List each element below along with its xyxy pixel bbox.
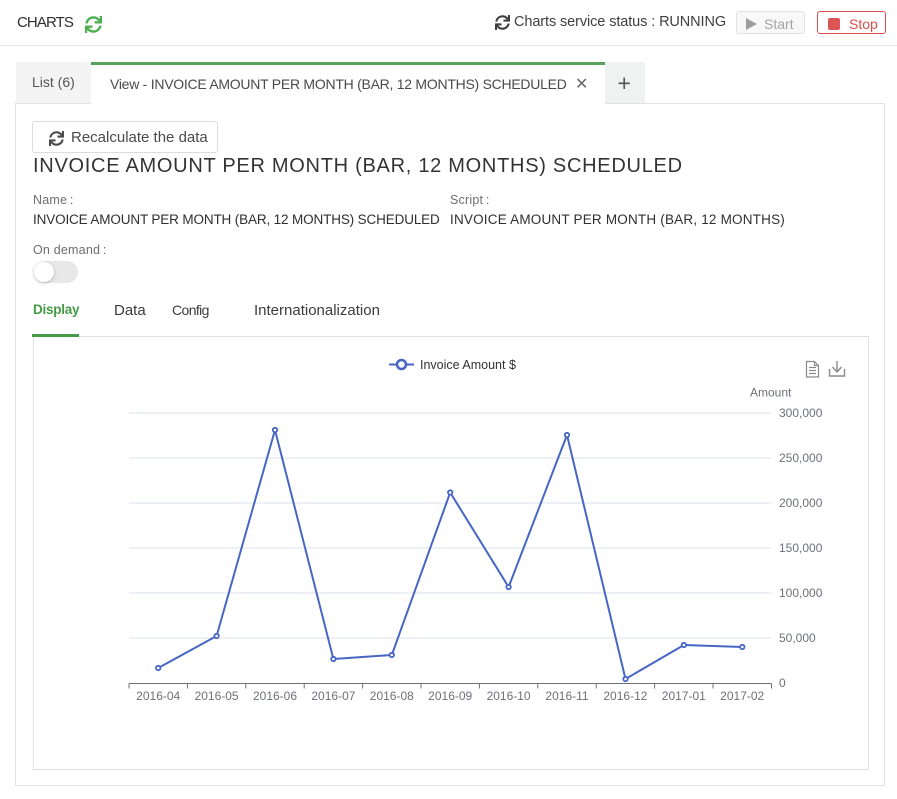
svg-text:2016-12: 2016-12 bbox=[603, 689, 647, 703]
svg-text:Amount: Amount bbox=[750, 386, 792, 400]
svg-text:150,000: 150,000 bbox=[779, 541, 823, 555]
svg-text:2016-08: 2016-08 bbox=[369, 689, 413, 703]
svg-text:2016-05: 2016-05 bbox=[194, 689, 238, 703]
svg-text:2016-11: 2016-11 bbox=[545, 689, 588, 703]
svg-text:100,000: 100,000 bbox=[779, 586, 823, 600]
svg-text:2016-07: 2016-07 bbox=[311, 689, 355, 703]
svg-text:0: 0 bbox=[779, 676, 786, 690]
svg-text:2016-04: 2016-04 bbox=[136, 689, 180, 703]
svg-text:2016-09: 2016-09 bbox=[428, 689, 472, 703]
svg-text:2017-02: 2017-02 bbox=[720, 689, 764, 703]
svg-text:2016-10: 2016-10 bbox=[486, 689, 530, 703]
svg-text:50,000: 50,000 bbox=[779, 631, 816, 645]
svg-text:2016-06: 2016-06 bbox=[252, 689, 296, 703]
svg-text:Invoice Amount $: Invoice Amount $ bbox=[420, 358, 516, 372]
svg-text:200,000: 200,000 bbox=[779, 496, 823, 510]
svg-text:2017-01: 2017-01 bbox=[661, 689, 705, 703]
svg-text:250,000: 250,000 bbox=[779, 451, 823, 465]
svg-text:300,000: 300,000 bbox=[779, 406, 823, 420]
